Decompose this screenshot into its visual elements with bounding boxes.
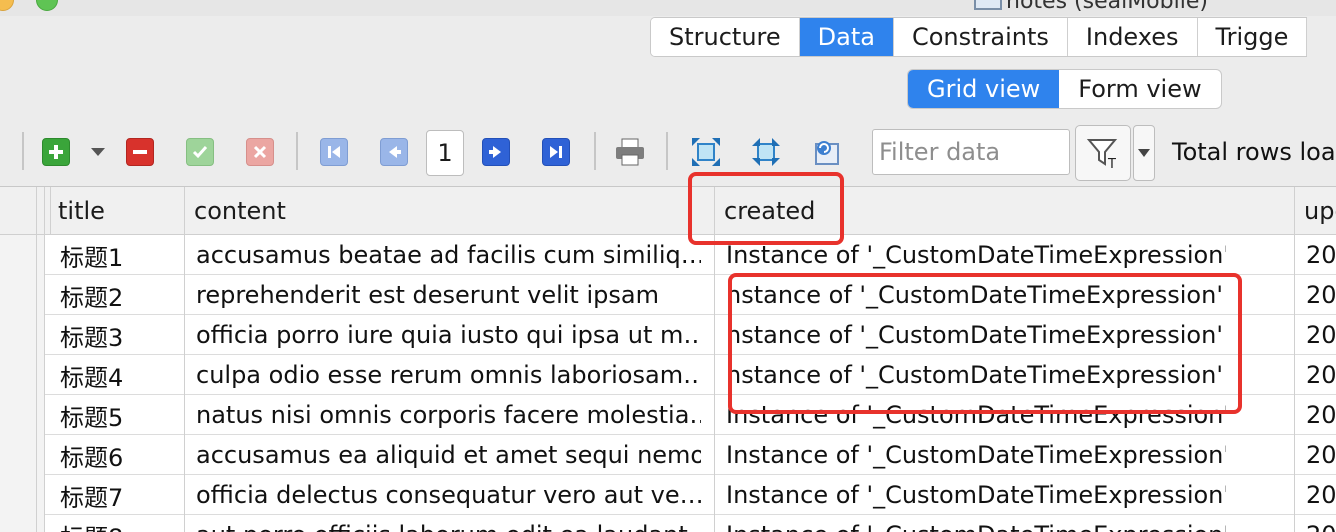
svg-text:T: T bbox=[1107, 157, 1116, 170]
toolbar-separator bbox=[594, 132, 596, 170]
filter-dropdown-icon[interactable] bbox=[1133, 125, 1155, 181]
filter-input[interactable] bbox=[872, 129, 1070, 175]
cell-created[interactable]: Instance of '_CustomDateTimeExpression' bbox=[726, 515, 1226, 532]
cell-content[interactable]: accusamus ea aliquid et amet sequi nemo bbox=[196, 435, 701, 475]
cell-content[interactable]: officia porro iure quia iusto qui ipsa u… bbox=[196, 315, 701, 355]
cell-created[interactable]: nstance of '_CustomDateTimeExpression' bbox=[726, 315, 1226, 355]
toolbar-separator bbox=[666, 132, 668, 170]
cell-content[interactable]: natus nisi omnis corporis facere molesti… bbox=[196, 395, 701, 435]
cell-updated[interactable]: 20 bbox=[1306, 355, 1336, 395]
row-selector[interactable] bbox=[0, 235, 44, 275]
cell-updated[interactable]: 20 bbox=[1306, 515, 1336, 532]
column-divider bbox=[50, 187, 51, 235]
form-view-button[interactable]: Form view bbox=[1059, 70, 1220, 108]
cell-title[interactable]: 标题1 bbox=[60, 235, 180, 275]
total-rows-label: Total rows loa bbox=[1172, 138, 1336, 166]
cell-content[interactable]: reprehenderit est deserunt velit ipsam bbox=[196, 275, 701, 315]
cell-updated[interactable]: 20 bbox=[1306, 435, 1336, 475]
table-row[interactable]: 标题5 natus nisi omnis corporis facere mole… bbox=[0, 395, 1336, 435]
cell-content[interactable]: culpa odio esse rerum omnis laboriosam… bbox=[196, 355, 701, 395]
window-title: notes (sealMobile) bbox=[1006, 0, 1208, 14]
table-row[interactable]: 标题6 accusamus ea aliquid et amet sequi ne… bbox=[0, 435, 1336, 475]
tab-structure[interactable]: Structure bbox=[651, 18, 800, 56]
cell-title[interactable]: 标题3 bbox=[60, 315, 180, 355]
first-page-icon[interactable] bbox=[320, 138, 348, 166]
column-header-created[interactable]: created bbox=[724, 187, 1124, 235]
cell-created[interactable]: Instance of '_CustomDateTimeExpression' bbox=[726, 475, 1226, 515]
tab-bar: Structure Data Constraints Indexes Trigg… bbox=[650, 17, 1308, 57]
toolbar-separator bbox=[22, 132, 24, 170]
cell-title[interactable]: 标题5 bbox=[60, 395, 180, 435]
rollback-icon[interactable] bbox=[246, 138, 274, 166]
table-row[interactable]: 标题1 accusamus beatae ad facilis cum simil… bbox=[0, 235, 1336, 275]
cell-created[interactable]: nstance of '_CustomDateTimeExpression' bbox=[726, 355, 1226, 395]
cell-updated[interactable]: 20 bbox=[1306, 315, 1336, 355]
print-icon[interactable] bbox=[614, 138, 646, 166]
grid-header: title content created upc bbox=[0, 187, 1336, 235]
cell-content[interactable]: officia delectus consequatur vero aut ve… bbox=[196, 475, 701, 515]
column-header-updated[interactable]: upc bbox=[1304, 187, 1336, 235]
row-selector[interactable] bbox=[0, 355, 44, 395]
view-toggle: Grid view Form view bbox=[907, 69, 1222, 109]
minimize-button[interactable] bbox=[0, 0, 14, 11]
column-divider bbox=[36, 187, 37, 532]
delete-row-icon[interactable] bbox=[126, 138, 154, 166]
row-selector[interactable] bbox=[0, 515, 44, 532]
dropdown-arrow-icon[interactable] bbox=[86, 138, 110, 166]
commit-icon[interactable] bbox=[186, 138, 214, 166]
column-divider bbox=[714, 187, 715, 532]
row-selector[interactable] bbox=[0, 275, 44, 315]
column-divider bbox=[1294, 187, 1295, 532]
cell-title[interactable]: 标题7 bbox=[60, 475, 180, 515]
tab-triggers[interactable]: Trigge bbox=[1197, 18, 1308, 56]
data-grid: title content created upc 标题1 accusamus b… bbox=[0, 186, 1336, 532]
table-row[interactable]: 标题7 officia delectus consequatur vero aut… bbox=[0, 475, 1336, 515]
cell-created[interactable]: Instance of '_CustomDateTimeExpression' bbox=[726, 435, 1226, 475]
cell-created[interactable]: Instance of '_CustomDateTimeExpression' bbox=[726, 235, 1226, 275]
tab-constraints[interactable]: Constraints bbox=[893, 18, 1068, 56]
column-header-content[interactable]: content bbox=[194, 187, 694, 235]
row-selector[interactable] bbox=[0, 435, 44, 475]
expand-icon[interactable] bbox=[690, 138, 722, 166]
window-titlebar: notes (sealMobile) bbox=[0, 0, 1336, 16]
cell-updated[interactable]: 20 bbox=[1306, 235, 1336, 275]
grid-view-button[interactable]: Grid view bbox=[908, 70, 1060, 108]
refresh-icon[interactable] bbox=[810, 138, 842, 166]
column-divider bbox=[44, 187, 45, 532]
table-row[interactable]: 标题2 reprehenderit est deserunt velit ipsa… bbox=[0, 275, 1336, 315]
table-row[interactable]: 标题3 officia porro iure quia iusto qui ips… bbox=[0, 315, 1336, 355]
table-row[interactable]: 标题4 culpa odio esse rerum omnis laboriosa… bbox=[0, 355, 1336, 395]
column-header-title[interactable]: title bbox=[58, 187, 178, 235]
tab-data[interactable]: Data bbox=[799, 18, 894, 56]
previous-page-icon[interactable] bbox=[380, 138, 408, 166]
cell-created[interactable]: Instance of '_CustomDateTimeExpression' bbox=[726, 395, 1226, 435]
cell-content[interactable]: accusamus beatae ad facilis cum similiq… bbox=[196, 235, 701, 275]
collapse-icon[interactable] bbox=[750, 138, 782, 166]
zoom-button[interactable] bbox=[36, 0, 58, 11]
cell-title[interactable]: 标题8 bbox=[60, 515, 180, 532]
cell-updated[interactable]: 20 bbox=[1306, 395, 1336, 435]
cell-title[interactable]: 标题6 bbox=[60, 435, 180, 475]
last-page-icon[interactable] bbox=[542, 138, 570, 166]
add-row-icon[interactable] bbox=[42, 138, 70, 166]
cell-title[interactable]: 标题4 bbox=[60, 355, 180, 395]
data-toolbar: 1 T Total rows loa bbox=[0, 120, 1336, 186]
cell-updated[interactable]: 20 bbox=[1306, 275, 1336, 315]
filter-icon[interactable]: T bbox=[1075, 125, 1131, 181]
row-selector[interactable] bbox=[0, 315, 44, 355]
table-icon bbox=[974, 0, 1002, 10]
page-number-field[interactable]: 1 bbox=[426, 130, 464, 176]
cell-title[interactable]: 标题2 bbox=[60, 275, 180, 315]
toolbar-separator bbox=[296, 132, 298, 170]
cell-created[interactable]: nstance of '_CustomDateTimeExpression' bbox=[726, 275, 1226, 315]
column-divider bbox=[184, 187, 185, 532]
next-page-icon[interactable] bbox=[482, 138, 510, 166]
row-selector[interactable] bbox=[0, 395, 44, 435]
tab-indexes[interactable]: Indexes bbox=[1067, 18, 1198, 56]
table-row[interactable]: 标题8 aut porro officiis laborum odit ea la… bbox=[0, 515, 1336, 532]
cell-updated[interactable]: 20 bbox=[1306, 475, 1336, 515]
cell-content[interactable]: aut porro officiis laborum odit ea lauda… bbox=[196, 515, 701, 532]
row-selector[interactable] bbox=[0, 475, 44, 515]
